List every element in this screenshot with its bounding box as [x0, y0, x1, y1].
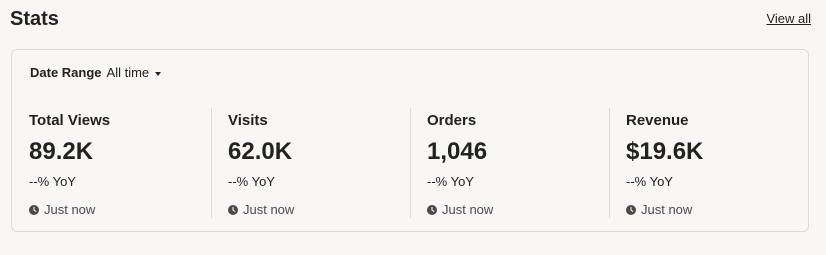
stats-card: Date Range All time Total Views 89.2K --…: [11, 49, 809, 232]
stat-label: Orders: [427, 112, 477, 129]
clock-icon: [29, 205, 39, 215]
clock-icon: [626, 205, 636, 215]
date-range-dropdown[interactable]: Date Range All time: [30, 65, 162, 81]
stats-row: Total Views 89.2K --% YoY Just now Visit…: [12, 108, 808, 218]
stat-updated-text: Just now: [243, 202, 295, 217]
stat-yoy: --% YoY: [626, 174, 673, 189]
view-all-link[interactable]: View all: [766, 11, 811, 27]
page-title: Stats: [10, 8, 59, 30]
stats-header: Stats View all: [10, 6, 811, 34]
stat-updated-text: Just now: [641, 202, 693, 217]
stat-label: Revenue: [626, 112, 689, 129]
stat-updated: Just now: [427, 202, 493, 218]
date-range-value: All time: [106, 65, 150, 80]
stat-yoy: --% YoY: [29, 174, 76, 189]
stat-value: $19.6K: [626, 138, 704, 165]
clock-icon: [427, 205, 437, 215]
stat-updated: Just now: [29, 202, 95, 218]
stat-revenue: Revenue $19.6K --% YoY Just now: [609, 108, 808, 218]
stat-label: Visits: [228, 112, 268, 129]
stat-updated: Just now: [228, 202, 294, 218]
stat-updated: Just now: [626, 202, 692, 218]
stat-total-views: Total Views 89.2K --% YoY Just now: [12, 108, 211, 218]
stat-value: 62.0K: [228, 138, 293, 165]
stat-yoy: --% YoY: [427, 174, 474, 189]
caret-down-icon: [155, 71, 162, 76]
stat-updated-text: Just now: [44, 202, 96, 217]
stat-value: 1,046: [427, 138, 488, 165]
stat-visits: Visits 62.0K --% YoY Just now: [211, 108, 410, 218]
stat-label: Total Views: [29, 112, 111, 129]
stat-orders: Orders 1,046 --% YoY Just now: [410, 108, 609, 218]
stat-yoy: --% YoY: [228, 174, 275, 189]
date-range-label: Date Range: [30, 65, 102, 80]
clock-icon: [228, 205, 238, 215]
stat-updated-text: Just now: [442, 202, 494, 217]
stat-value: 89.2K: [29, 138, 94, 165]
